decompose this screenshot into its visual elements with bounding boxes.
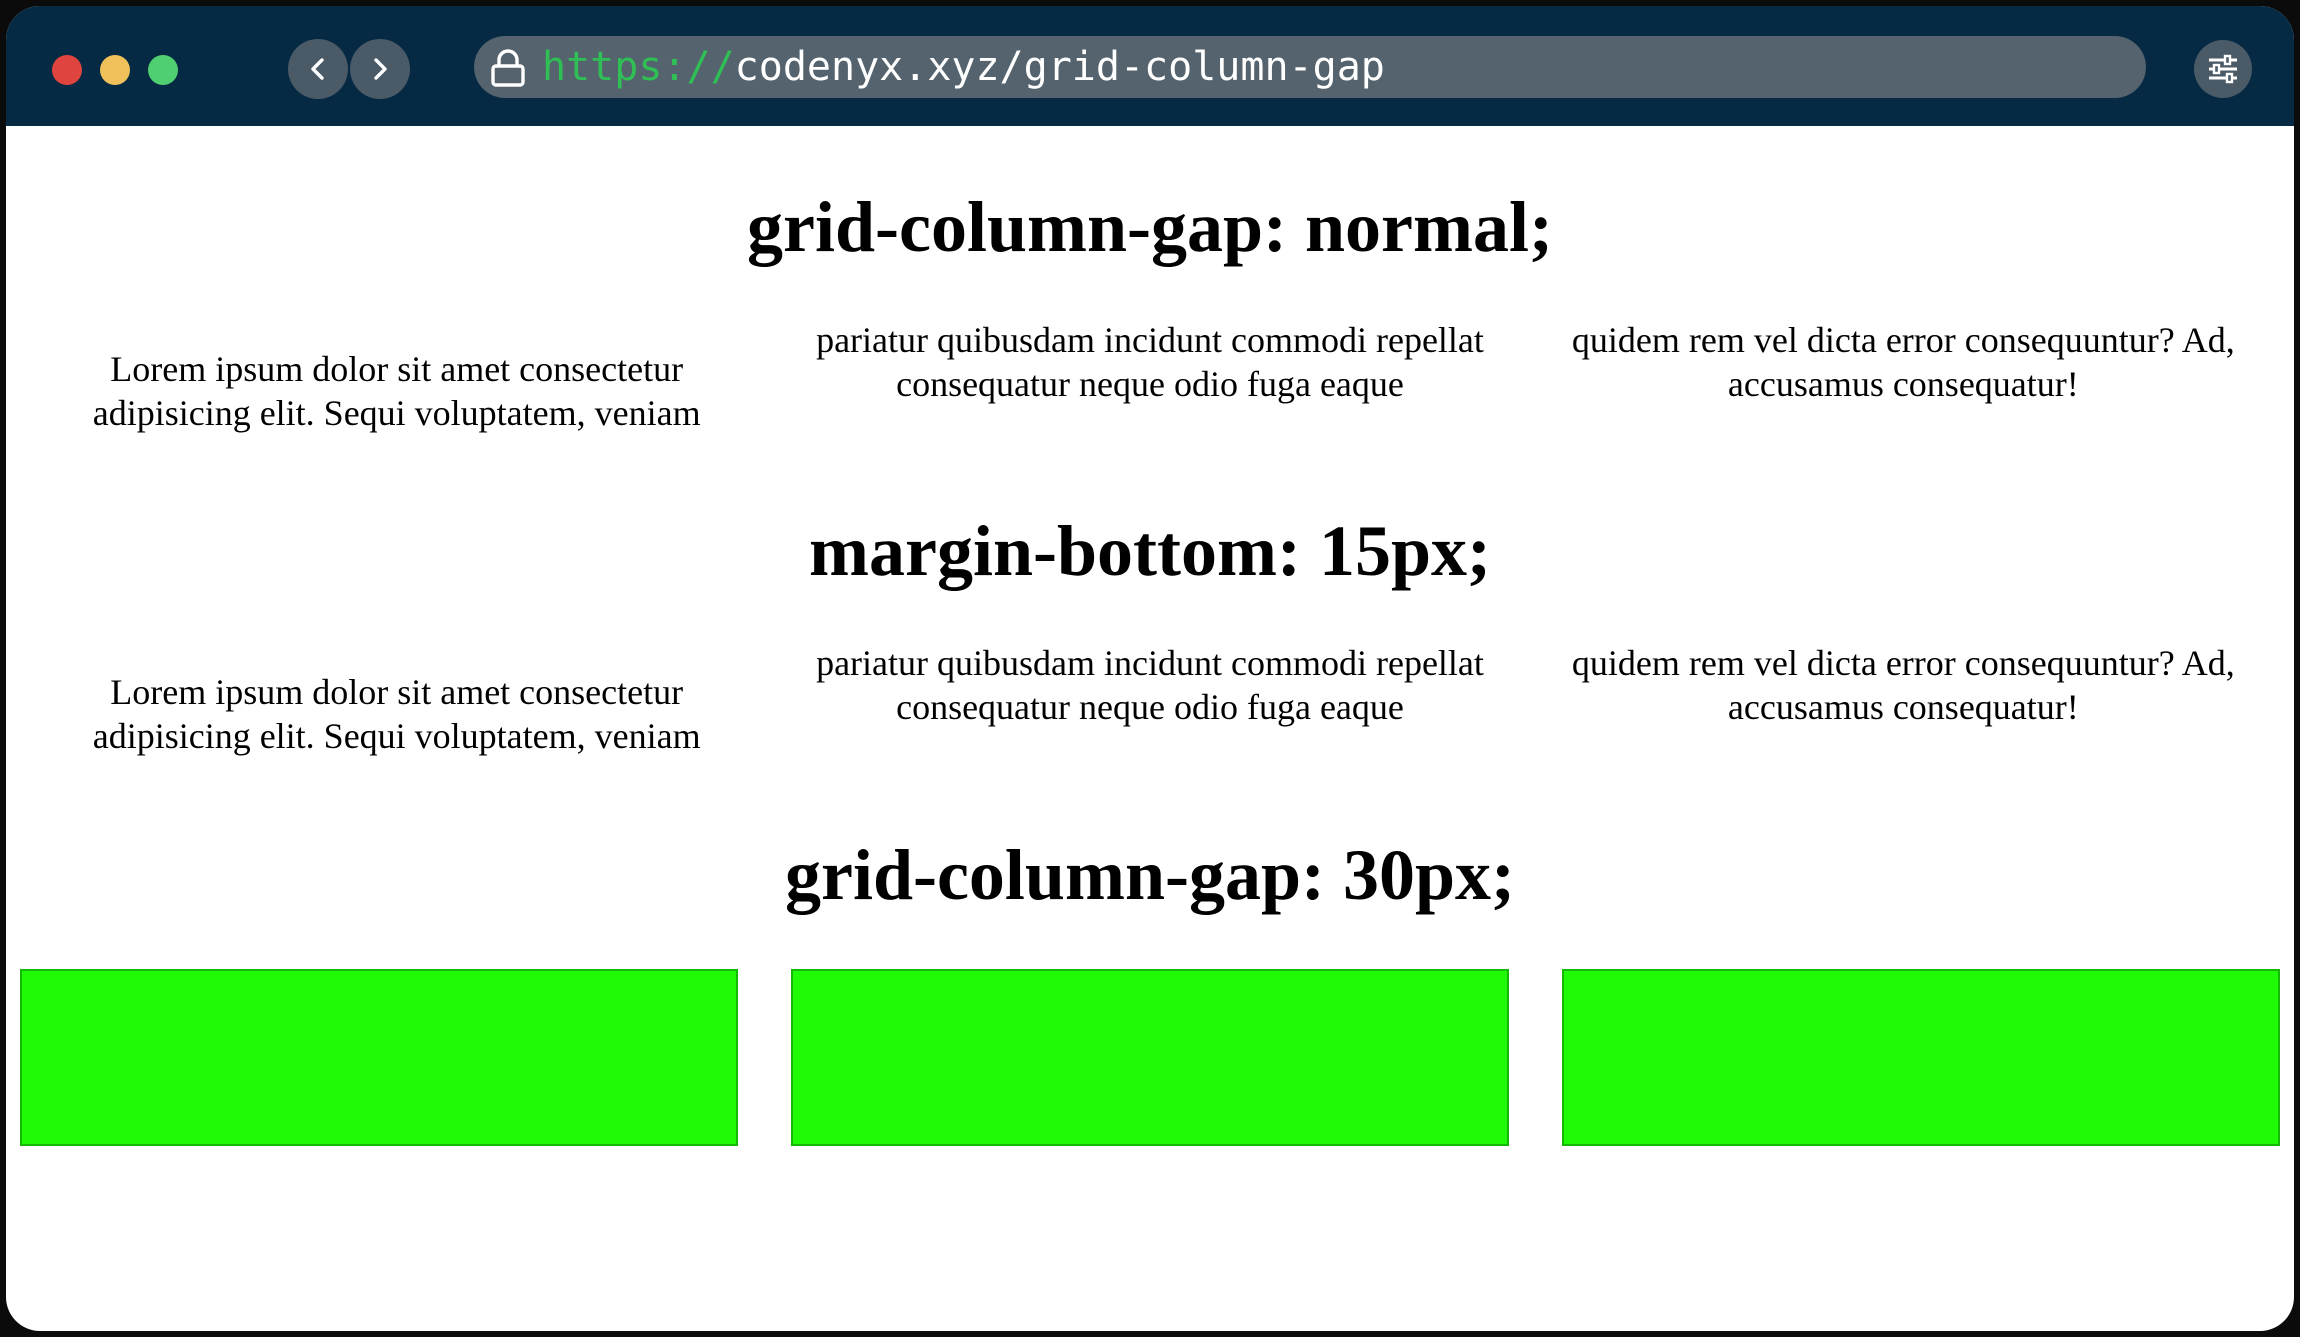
url-scheme: https:// bbox=[542, 44, 735, 90]
lock-icon bbox=[491, 49, 525, 87]
green-grid-box bbox=[1562, 969, 2280, 1146]
green-grid-box bbox=[791, 969, 1509, 1146]
grid-row-gap-normal: Lorem ipsum dolor sit amet consectetur a… bbox=[6, 316, 2294, 466]
grid-cell: quidem rem vel dicta error consequuntur?… bbox=[1571, 320, 2235, 404]
sliders-icon bbox=[2209, 54, 2237, 84]
address-bar[interactable]: https://codenyx.xyz/grid-column-gap bbox=[474, 36, 2146, 98]
grid-cell: pariatur quibusdam incidunt commodi repe… bbox=[816, 320, 1484, 404]
section-heading-gap-30px: grid-column-gap: 30px; bbox=[784, 835, 1516, 915]
green-grid-box bbox=[20, 969, 738, 1146]
minimize-window-button[interactable] bbox=[100, 55, 130, 85]
grid-cell: Lorem ipsum dolor sit amet consectetur a… bbox=[92, 672, 701, 756]
section-heading-gap-normal: grid-column-gap: normal; bbox=[747, 187, 1553, 267]
section-heading-margin-bottom: margin-bottom: 15px; bbox=[809, 511, 1491, 591]
grid-cell: Lorem ipsum dolor sit amet consectetur a… bbox=[92, 349, 701, 433]
grid-cell: quidem rem vel dicta error consequuntur?… bbox=[1571, 643, 2235, 727]
url-path: codenyx.xyz/grid-column-gap bbox=[734, 44, 1385, 90]
grid-boxes-gap-30px bbox=[20, 969, 2280, 1146]
page-content: grid-column-gap: normal; Lorem ipsum dol… bbox=[6, 126, 2294, 1331]
browser-titlebar: https://codenyx.xyz/grid-column-gap bbox=[6, 6, 2294, 126]
browser-window: https://codenyx.xyz/grid-column-gap grid… bbox=[6, 6, 2294, 1331]
grid-cell: pariatur quibusdam incidunt commodi repe… bbox=[816, 643, 1484, 727]
chevron-right-icon bbox=[374, 58, 387, 80]
maximize-window-button[interactable] bbox=[148, 55, 178, 85]
back-button[interactable] bbox=[288, 39, 348, 99]
grid-row-margin-bottom: Lorem ipsum dolor sit amet consectetur a… bbox=[6, 639, 2294, 789]
close-window-button[interactable] bbox=[52, 55, 82, 85]
chevron-left-icon bbox=[311, 58, 324, 80]
url-text[interactable]: https://codenyx.xyz/grid-column-gap bbox=[542, 42, 1385, 92]
settings-button[interactable] bbox=[2194, 40, 2252, 98]
forward-button[interactable] bbox=[350, 39, 410, 99]
